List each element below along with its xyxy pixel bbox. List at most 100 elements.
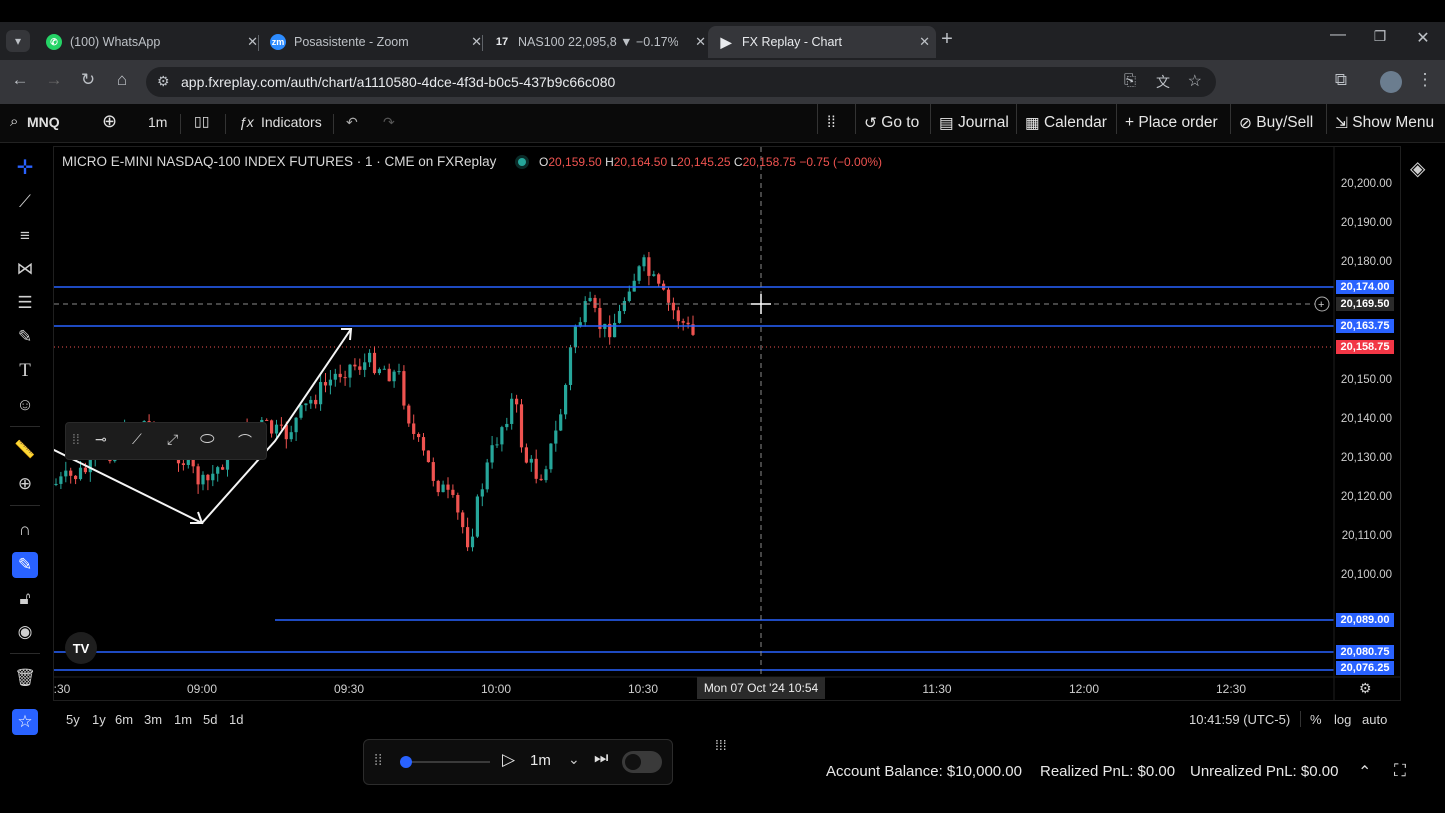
eye-icon[interactable]: ◉	[12, 619, 38, 645]
close-icon[interactable]: ✕	[247, 34, 258, 50]
fullscreen-icon[interactable]: ⛶	[1394, 761, 1406, 781]
lock-icon[interactable]: 🔓︎	[12, 586, 38, 612]
play-icon[interactable]: ▷	[502, 750, 515, 770]
interval-selector[interactable]: 1m	[148, 114, 167, 130]
new-tab-icon[interactable]: +	[935, 28, 959, 51]
percent-toggle[interactable]: %	[1310, 712, 1322, 727]
clock-time[interactable]: 10:41:59 (UTC-5)	[1189, 712, 1290, 727]
range-1y[interactable]: 1y	[92, 712, 106, 727]
favorites-star-icon[interactable]: ☆	[12, 709, 38, 735]
undo-icon[interactable]: ↶	[346, 114, 358, 131]
close-icon[interactable]: ✕	[919, 34, 930, 50]
tab-zoom[interactable]: zm Posasistente - Zoom ✕	[260, 26, 488, 58]
goto-button[interactable]: ↺ Go to	[864, 111, 919, 135]
profile-avatar[interactable]	[1380, 71, 1402, 93]
range-5y[interactable]: 5y	[66, 712, 80, 727]
tab-search-icon[interactable]: ▾	[6, 30, 30, 52]
range-1m[interactable]: 1m	[174, 712, 192, 727]
show-menu-label: Show Menu	[1352, 114, 1435, 131]
zoom-in-icon[interactable]: ⊕	[12, 471, 38, 497]
window-close-icon[interactable]: ✕	[1411, 28, 1435, 48]
symbol-search[interactable]: MNQ	[27, 114, 60, 130]
log-toggle[interactable]: log	[1334, 712, 1351, 727]
price-label-line: 20,163.75	[1336, 319, 1394, 333]
ruler-icon[interactable]: 📏	[12, 437, 38, 463]
fib-retracement-icon[interactable]: ≡	[12, 223, 38, 249]
drag-handle-icon[interactable]: ⁞⁞	[374, 752, 382, 769]
projection-icon[interactable]: ☰	[12, 290, 38, 316]
speed-slider-track[interactable]	[404, 761, 490, 763]
ray-icon[interactable]: ⤢	[167, 431, 178, 448]
candle-body	[564, 384, 568, 415]
back-icon[interactable]: ←	[8, 70, 32, 90]
indicators-button[interactable]: Indicators	[261, 114, 322, 130]
grid-menu-icon[interactable]: ⁞⁞	[827, 111, 836, 135]
panel-resize-handle[interactable]: ⁞⁞⁞	[715, 737, 727, 753]
menu-collapse-icon: ⇲	[1335, 114, 1353, 132]
candle-body	[279, 424, 283, 426]
chevron-up-icon[interactable]: ⌃	[1358, 762, 1371, 782]
forward-icon[interactable]: →	[42, 70, 66, 90]
crosshair-icon[interactable]: ✛	[12, 154, 38, 180]
translate-icon[interactable]: 文	[1156, 72, 1170, 92]
candle-body	[363, 362, 367, 370]
text-tool-icon[interactable]: T	[12, 358, 38, 384]
journal-button[interactable]: ▤ Journal	[939, 111, 1009, 135]
candle-body	[495, 444, 499, 446]
left-drawing-toolbar: ✛ ⟋ ≡ ⋈ ☰ ✎ T ☺ 📏 ⊕ ∩ ✎ 🔓︎ ◉ 🗑︎ ☆	[0, 143, 50, 743]
y-tick: 20,120.00	[1340, 491, 1392, 503]
range-1d[interactable]: 1d	[229, 712, 243, 727]
install-icon[interactable]: ⎘	[1124, 72, 1136, 89]
close-icon[interactable]: ✕	[695, 34, 706, 50]
brush-icon[interactable]: ✎	[12, 324, 38, 350]
minimize-icon[interactable]: —	[1326, 26, 1350, 44]
compare-add-icon[interactable]: ⊕	[102, 111, 117, 132]
buy-sell-button[interactable]: ⊘ Buy/Sell	[1239, 111, 1313, 135]
address-bar[interactable]: ⚙ app.fxreplay.com/auth/chart/a1110580-4…	[146, 67, 1216, 97]
magnet-icon[interactable]: ∩	[12, 517, 38, 543]
restore-icon[interactable]: ❐	[1368, 28, 1392, 45]
tab-tradingview[interactable]: 17 NAS100 22,095,8 ▼ −0.17% SA ✕	[484, 26, 712, 58]
calendar-button[interactable]: ▦ Calendar	[1025, 111, 1107, 135]
replay-toggle[interactable]	[622, 751, 662, 773]
layers-icon[interactable]: ◈	[1410, 156, 1425, 181]
drag-handle-icon[interactable]: ⁞⁞	[72, 431, 80, 447]
horizontal-ray-icon[interactable]: ⊸	[95, 431, 107, 448]
extensions-icon[interactable]: ⧉	[1329, 70, 1353, 90]
chevron-down-icon[interactable]: ⌄	[568, 751, 580, 768]
step-forward-icon[interactable]: ⏭︎	[594, 750, 608, 768]
bookmark-star-icon[interactable]: ☆	[1188, 71, 1202, 91]
axis-settings-icon[interactable]: ⚙	[1359, 680, 1372, 697]
browser-menu-icon[interactable]: ⋮	[1413, 70, 1437, 90]
stay-in-drawing-mode-icon[interactable]: ✎	[12, 552, 38, 578]
range-5d[interactable]: 5d	[203, 712, 217, 727]
trash-icon[interactable]: 🗑︎	[12, 665, 38, 691]
chart-type-icon[interactable]: ▯▯	[194, 113, 209, 130]
shape-icon[interactable]: ⬭	[200, 429, 215, 449]
emoji-icon[interactable]: ☺	[12, 392, 38, 418]
search-icon[interactable]: ⌕	[10, 113, 18, 130]
ohlc-high: 20,164.50	[613, 155, 668, 169]
line-icon[interactable]: ⟋	[132, 431, 142, 448]
reload-icon[interactable]: ↻	[76, 70, 100, 90]
replay-interval[interactable]: 1m	[530, 752, 551, 769]
range-6m[interactable]: 6m	[115, 712, 133, 727]
curve-icon[interactable]: ⌒	[238, 431, 252, 451]
redo-icon[interactable]: ↷	[383, 114, 395, 131]
show-menu-button[interactable]: ⇲ Show Menu	[1335, 111, 1434, 135]
range-3m[interactable]: 3m	[144, 712, 162, 727]
candle-body	[568, 347, 573, 385]
pattern-icon[interactable]: ⋈	[12, 256, 38, 282]
price-chart[interactable]: + MICRO E-MINI NASDAQ-100 INDEX FUTURES …	[53, 146, 1401, 701]
candle-body	[647, 257, 651, 276]
place-order-button[interactable]: + Place order	[1125, 111, 1218, 135]
home-icon[interactable]: ⌂	[110, 70, 134, 90]
close-icon[interactable]: ✕	[471, 34, 482, 50]
indicators-icon: ƒx	[239, 114, 254, 130]
site-info-icon[interactable]: ⚙	[157, 73, 170, 90]
tab-fxreplay[interactable]: ▶ FX Replay - Chart ✕	[708, 26, 936, 58]
tab-whatsapp[interactable]: ✆ (100) WhatsApp ✕	[36, 26, 264, 58]
auto-toggle[interactable]: auto	[1362, 712, 1387, 727]
speed-slider-thumb[interactable]	[400, 756, 412, 768]
trend-line-icon[interactable]: ⟋	[12, 189, 38, 215]
